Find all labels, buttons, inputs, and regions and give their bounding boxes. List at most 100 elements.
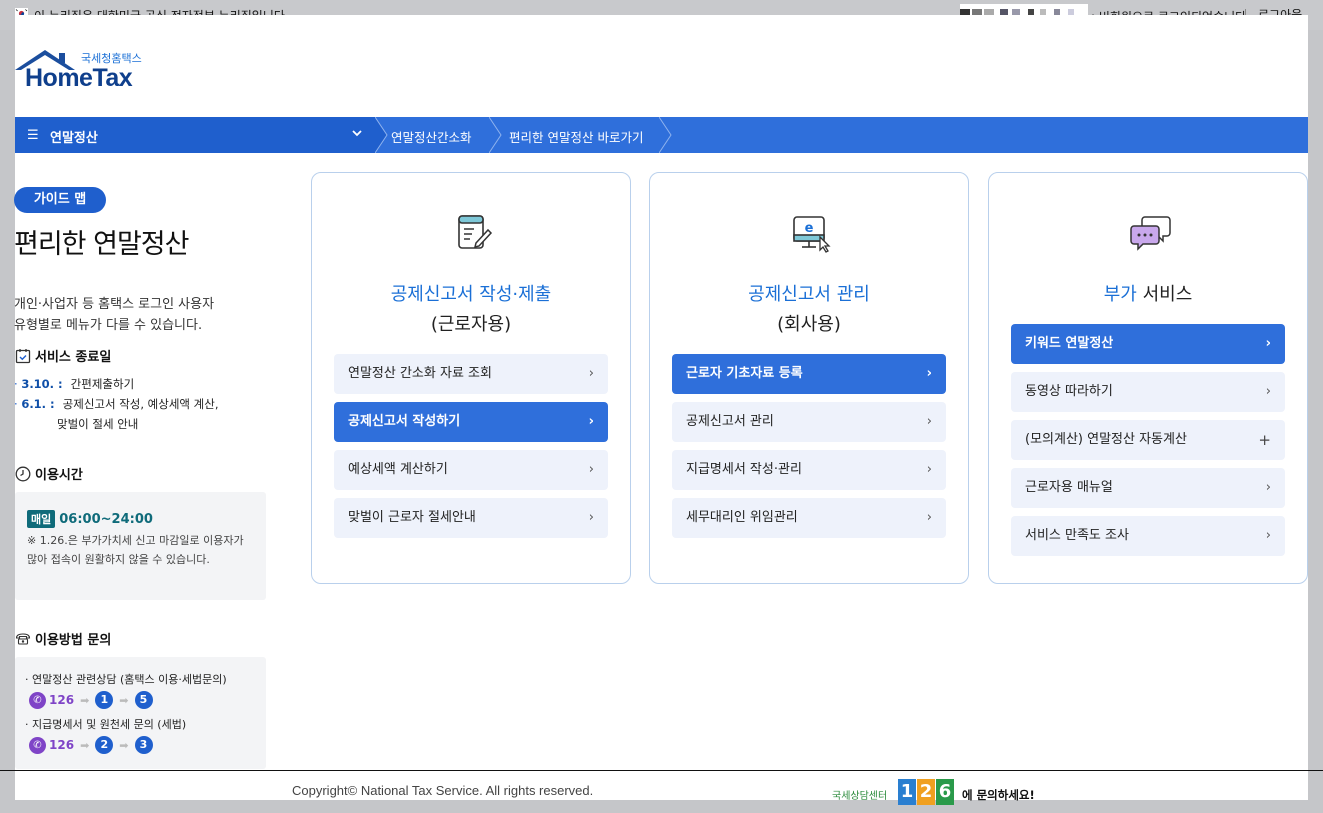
menu-item-mock-calculation[interactable]: (모의계산) 연말정산 자동계산 + [1011,420,1285,460]
card-title: 부가 서비스 [989,280,1307,306]
menu-item-label: 예상세액 계산하기 [348,462,448,477]
menu-item-employee-basic-data[interactable]: 근로자 기초자료 등록 › [672,354,946,394]
end-desc-continued: 맞벌이 절세 안내 [57,417,139,431]
call-center-digit: 2 [917,779,935,805]
card-menu: 연말정산 간소화 자료 조회 › 공제신고서 작성하기 › 예상세액 계산하기 › 맞… [334,354,608,546]
breadcrumb-separator-icon [489,117,502,153]
plus-icon: + [1258,431,1271,449]
step-number: 2 [95,736,114,754]
phone-number: 126 [49,693,75,707]
card-subtitle: (근로자용) [430,314,512,335]
phone-number: 126 [49,738,75,752]
menu-item-satisfaction-survey[interactable]: 서비스 만족도 조사 › [1011,516,1285,556]
clock-icon [15,466,31,482]
card-additional-services: 부가 서비스 키워드 연말정산 › 동영상 따라하기 › (모의계산) 연말정산 자… [988,172,1308,584]
intro-line: 유형별로 메뉴가 다를 수 있습니다. [14,318,203,333]
phone-route: ✆ 126 ➡ 2 ➡ 3 [29,736,256,754]
menu-item-manage-deduction-forms[interactable]: 공제신고서 관리 › [672,402,946,442]
chat-bubbles-icon [1130,216,1171,251]
chevron-right-icon: › [588,462,594,477]
hometax-logo[interactable]: 국세청홈택스 HomeTax [15,48,155,92]
usage-time-heading: 이용시간 [15,464,83,483]
menu-item-payment-statement[interactable]: 지급명세서 작성·관리 › [672,450,946,490]
arrow-right-icon: ➡ [119,738,129,752]
arrow-right-icon: ➡ [119,693,129,707]
hamburger-icon: ☰ [27,128,39,143]
chevron-down-icon [351,127,363,143]
menu-item-label: 공제신고서 관리 [686,414,774,429]
menu-item-keyword-settlement[interactable]: 키워드 연말정산 › [1011,324,1285,364]
menu-item-label: 근로자용 매뉴얼 [1025,480,1113,495]
phone-route: ✆ 126 ➡ 1 ➡ 5 [29,691,256,709]
chevron-right-icon: › [588,366,594,381]
list-item: · 6.1. : 공제신고서 작성, 예상세액 계산, [14,397,219,411]
card-title-highlight: 부가 [1103,284,1137,305]
card-subtitle: (회사용) [777,314,841,335]
breadcrumb-item-shortcut[interactable]: 편리한 연말정산 바로가기 [509,127,643,146]
calendar-check-icon [15,349,31,364]
menu-item-label: 공제신고서 작성하기 [348,414,461,429]
arrow-right-icon: ➡ [80,693,90,707]
document-edit-icon [458,215,493,249]
inquiry-text: 지급명세서 및 원천세 문의 (세법) [32,718,187,731]
daily-badge: 매일 [27,510,56,528]
menu-item-tax-agent-delegation[interactable]: 세무대리인 위임관리 › [672,498,946,538]
phone-icon: ✆ [29,691,46,709]
phone-icon: ✆ [29,736,46,754]
svg-text:e: e [805,221,814,236]
copyright-text: Copyright© National Tax Service. All rig… [292,783,594,798]
usage-note: ※ 1.26.은 부가가치세 신고 마감일로 이용자가 많아 접속이 원활하지 … [27,534,244,566]
breadcrumb-separator-icon [375,117,388,153]
usage-time-label: 이용시간 [35,468,83,483]
chevron-right-icon: › [588,510,594,525]
card-deduction-filing: 공제신고서 작성·제출 (근로자용) 연말정산 간소화 자료 조회 › 공제신고서… [311,172,631,584]
chevron-right-icon: › [588,414,594,429]
menu-item-write-deduction-form[interactable]: 공제신고서 작성하기 › [334,402,608,442]
step-number: 5 [134,691,153,709]
telephone-icon [15,633,31,645]
top-nav: ☰ 연말정산 연말정산간소화 편리한 연말정산 바로가기 [15,117,1308,153]
card-title: 공제신고서 관리 [748,284,870,305]
menu-item-dual-income-guide[interactable]: 맞벌이 근로자 절세안내 › [334,498,608,538]
inquiry-label: 이용방법 문의 [35,633,112,648]
chevron-right-icon: › [1265,480,1271,495]
card-menu: 키워드 연말정산 › 동영상 따라하기 › (모의계산) 연말정산 자동계산 + 근로… [1011,324,1285,564]
footer-divider [0,770,1323,771]
menu-item-label: (모의계산) 연말정산 자동계산 [1025,432,1187,447]
inquiry-box: · 연말정산 관련상담 (홈택스 이용·세법문의) ✆ 126 ➡ 1 ➡ 5 … [15,657,266,769]
breadcrumb-item-easy-settlement[interactable]: 연말정산간소화 [391,127,472,146]
service-end-list: · 3.10. : 간편제출하기 · 6.1. : 공제신고서 작성, 예상세액 계… [14,374,274,434]
chevron-right-icon: › [1265,384,1271,399]
inquiry-item: · 연말정산 관련상담 (홈택스 이용·세법문의) [25,673,227,686]
menu-dropdown[interactable]: ☰ 연말정산 [15,117,375,153]
chevron-right-icon: › [926,462,932,477]
monitor-e-icon: e [793,216,831,253]
menu-item-estimate-tax[interactable]: 예상세액 계산하기 › [334,450,608,490]
end-desc: 공제신고서 작성, 예상세액 계산, [62,397,219,411]
menu-item-video-guide[interactable]: 동영상 따라하기 › [1011,372,1285,412]
chevron-right-icon: › [926,366,932,381]
menu-item-label: 세무대리인 위임관리 [686,510,798,525]
service-hours: 06:00~24:00 [59,512,153,527]
intro-line: 개인·사업자 등 홈택스 로그인 사용자 [14,297,215,312]
menu-item-label: 연말정산 간소화 자료 조회 [348,366,492,381]
menu-item-label: 동영상 따라하기 [1025,384,1113,399]
service-end-label: 서비스 종료일 [35,350,112,365]
call-center-label: 국세상담센터 [832,791,888,802]
logo-text: HomeTax [25,64,133,92]
page-title: 편리한 연말정산 [14,229,189,260]
call-center-number: 1 2 6 [898,779,955,805]
call-center-tail: 에 문의하세요! [962,788,1035,802]
menu-item-label: 키워드 연말정산 [1025,336,1114,351]
call-center-digit: 6 [936,779,954,805]
menu-item-label: 근로자 기초자료 등록 [686,366,803,381]
card-title: 공제신고서 작성·제출 [390,284,552,305]
inquiry-text: 연말정산 관련상담 (홈택스 이용·세법문의) [32,673,227,686]
menu-item-label: 지급명세서 작성·관리 [686,462,802,477]
menu-label: 연말정산 [50,131,98,146]
menu-item-employee-manual[interactable]: 근로자용 매뉴얼 › [1011,468,1285,508]
chevron-right-icon: › [926,510,932,525]
call-center-digit: 1 [898,779,916,805]
menu-item-simplified-data-lookup[interactable]: 연말정산 간소화 자료 조회 › [334,354,608,394]
chevron-right-icon: › [1265,528,1271,543]
